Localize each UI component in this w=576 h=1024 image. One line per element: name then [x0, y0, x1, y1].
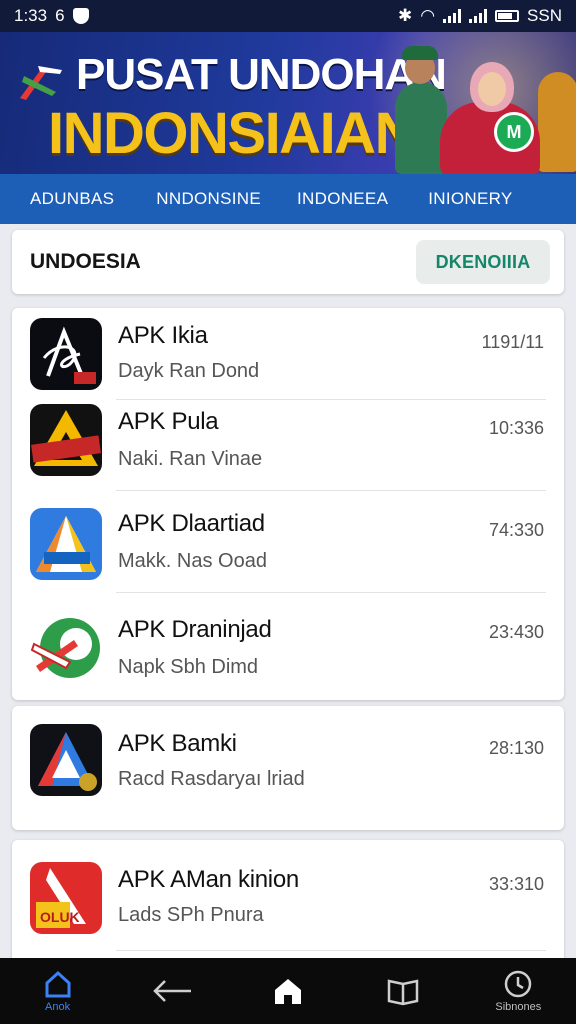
app-list-card: OLUK APK AMan kinion Lads SPh Pnura 33:3…: [12, 840, 564, 970]
status-indicator: 6: [55, 6, 65, 25]
app-name: APK Ikia: [118, 322, 208, 349]
bluetooth-icon: ✱: [397, 6, 413, 25]
app-subtitle: Napk Sbh Dimd: [118, 656, 259, 678]
list-item[interactable]: APK Bamki Racd Rasdaryaı lriad 28:130: [12, 706, 564, 802]
list-item[interactable]: APK Ikia Dayk Ran Dond 1191/11: [12, 308, 564, 404]
signal-icon-2: [469, 9, 488, 23]
banner-person-3: [538, 72, 576, 172]
section-title: UNDOESIA: [30, 250, 141, 273]
bottom-navigation: Anok Sibnones: [0, 958, 576, 1024]
nav-history-label: Sibnones: [495, 1001, 542, 1013]
app-name: APK Draninjad: [118, 616, 272, 643]
vpn-shield-icon: [72, 8, 89, 24]
section-action-button[interactable]: DKENOIIIA: [416, 240, 550, 284]
nav-home-label: Anok: [45, 1001, 71, 1013]
nav-history[interactable]: Sibnones: [478, 958, 558, 1024]
app-list-card: APK Bamki Racd Rasdaryaı lriad 28:130: [12, 706, 564, 830]
app-name: APK AMan kinion: [118, 866, 299, 893]
tab-adunbas[interactable]: ADUNBAS: [30, 189, 114, 209]
app-name: APK Dlaartiad: [118, 510, 265, 537]
status-right-text: SSN: [527, 6, 562, 25]
status-time: 1:33: [14, 6, 48, 25]
list-item[interactable]: OLUK APK AMan kinion Lads SPh Pnura 33:3…: [12, 840, 564, 936]
blue-triangle-icon: [30, 508, 102, 580]
banner-person-1-cap: [402, 46, 438, 60]
app-time: 23:430: [488, 622, 544, 642]
divider: [116, 950, 546, 951]
status-bar: 1:33 6 ✱ ◠ SSN: [0, 0, 576, 32]
divider: [116, 592, 546, 593]
app-subtitle: Makk. Nas Ooad: [118, 550, 267, 572]
svg-text:OLUK: OLUK: [40, 909, 80, 925]
app-time: 33:310: [488, 874, 544, 894]
nav-home[interactable]: Anok: [18, 958, 98, 1024]
app-subtitle: Racd Rasdaryaı lriad: [118, 768, 305, 790]
nav-back[interactable]: [133, 958, 213, 1024]
app-time: 28:130: [488, 738, 544, 758]
wifi-icon: ◠: [420, 6, 436, 25]
clock-icon: [505, 970, 532, 998]
app-time: 74:330: [488, 520, 544, 540]
app-name: APK Pula: [118, 408, 219, 435]
list-item[interactable]: APK Draninjad Napk Sbh Dimd 23:430: [12, 598, 564, 694]
banner-subtitle: INDONSIAIAN: [48, 101, 416, 166]
divider: [116, 490, 546, 491]
stylized-a-logo-icon: [30, 318, 102, 390]
banner-person-2-face: [478, 72, 506, 106]
battery-icon: [495, 10, 520, 22]
app-subtitle: Naki. Ran Vinae: [118, 448, 263, 470]
list-item[interactable]: APK Pula Naki. Ran Vinae 10:336: [12, 400, 564, 496]
home-filled-icon: [274, 979, 301, 1004]
nav-main-home[interactable]: [248, 958, 328, 1024]
app-subtitle: Lads SPh Pnura: [118, 904, 264, 926]
yellow-triangle-icon: [30, 404, 102, 476]
nav-library[interactable]: [363, 958, 443, 1024]
app-subtitle: Dayk Ran Dond: [118, 360, 260, 382]
banner-badge: M: [494, 112, 534, 152]
home-outline-icon: [45, 970, 71, 998]
section-header: UNDOESIA DKENOIIIA: [12, 230, 564, 294]
app-list-card: APK Ikia Dayk Ran Dond 1191/11 APK Pula …: [12, 308, 564, 700]
back-arrow-icon: [153, 980, 191, 1002]
promo-banner[interactable]: PUSAT UNDOHAN INDONSIAIAN M: [0, 32, 576, 174]
tab-indoneea[interactable]: INDONEEA: [297, 189, 388, 209]
list-item[interactable]: APK Dlaartiad Makk. Nas Ooad 74:330: [12, 492, 564, 588]
app-time: 10:336: [488, 418, 544, 438]
tab-nndonsine[interactable]: NNDONSINE: [156, 189, 261, 209]
green-red-arrow-icon: [30, 614, 102, 686]
tricolor-triangle-icon: [30, 724, 102, 796]
banner-title: PUSAT UNDOHAN: [76, 50, 447, 99]
signal-icon: [443, 9, 462, 23]
red-yellow-a-icon: OLUK: [30, 862, 102, 934]
book-icon: [387, 979, 419, 1006]
app-name: APK Bamki: [118, 730, 237, 757]
app-time: 1191/11: [481, 332, 544, 352]
tab-inionery[interactable]: INIONERY: [428, 189, 512, 209]
category-tabs: ADUNBAS NNDONSINE INDONEEA INIONERY: [0, 174, 576, 224]
banner-logo-icon: [20, 66, 62, 100]
